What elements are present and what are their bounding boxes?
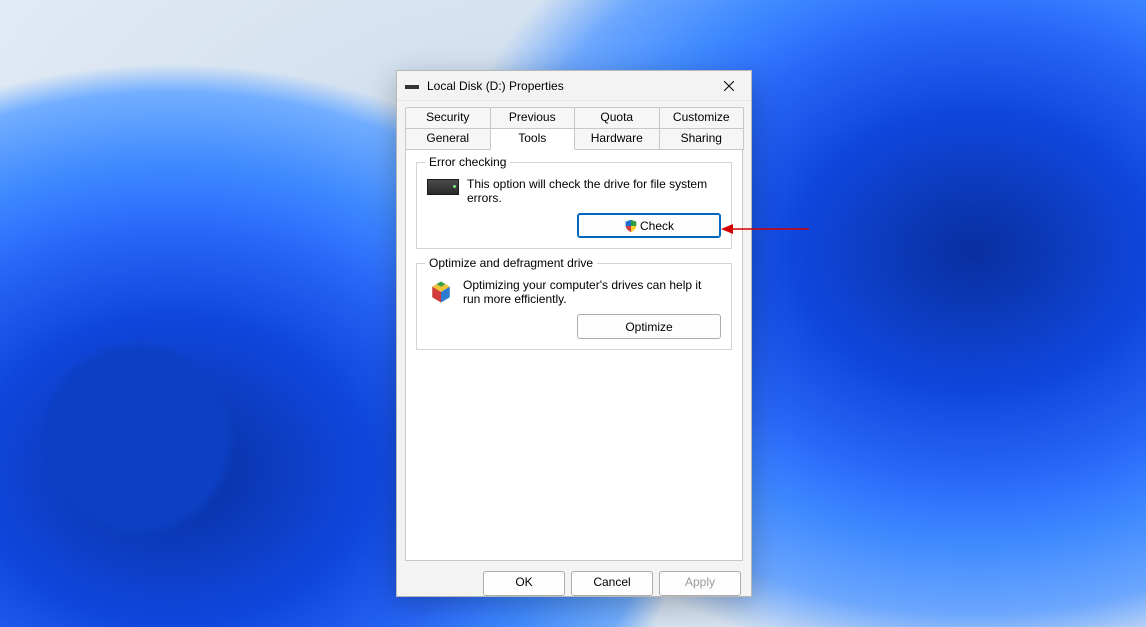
- drive-titlebar-icon: [405, 85, 419, 89]
- error-checking-description: This option will check the drive for fil…: [467, 177, 721, 205]
- tab-row-2: General Tools Hardware Sharing: [405, 128, 743, 150]
- tab-quota[interactable]: Quota: [574, 107, 660, 128]
- uac-shield-icon: [624, 219, 638, 233]
- defrag-cube-icon: [427, 278, 455, 306]
- tab-previous-versions[interactable]: Previous Versions: [490, 107, 576, 128]
- check-button[interactable]: Check: [577, 213, 721, 238]
- close-icon: [724, 81, 734, 91]
- tab-sharing[interactable]: Sharing: [659, 128, 745, 150]
- group-error-checking: Error checking This option will check th…: [416, 162, 732, 249]
- group-optimize: Optimize and defragment drive Optimizing…: [416, 263, 732, 350]
- ok-button[interactable]: OK: [483, 571, 565, 596]
- titlebar[interactable]: Local Disk (D:) Properties: [397, 71, 751, 101]
- optimize-description: Optimizing your computer's drives can he…: [463, 278, 721, 306]
- dialog-footer: OK Cancel Apply: [397, 561, 751, 596]
- tab-row-1: Security Previous Versions Quota Customi…: [405, 107, 743, 128]
- apply-button[interactable]: Apply: [659, 571, 741, 596]
- check-button-label: Check: [640, 219, 674, 233]
- tab-panel-tools: Error checking This option will check th…: [405, 150, 743, 561]
- optimize-button-label: Optimize: [625, 320, 672, 334]
- tab-general[interactable]: General: [405, 128, 491, 150]
- group-legend-error-checking: Error checking: [425, 155, 510, 169]
- optimize-button[interactable]: Optimize: [577, 314, 721, 339]
- tab-security[interactable]: Security: [405, 107, 491, 128]
- tab-hardware[interactable]: Hardware: [574, 128, 660, 150]
- tab-customize[interactable]: Customize: [659, 107, 745, 128]
- drive-icon: [427, 179, 459, 195]
- properties-dialog: Local Disk (D:) Properties Security Prev…: [396, 70, 752, 597]
- close-button[interactable]: [711, 72, 747, 100]
- window-title: Local Disk (D:) Properties: [427, 79, 711, 93]
- tab-tools[interactable]: Tools: [490, 128, 576, 150]
- tab-strip: Security Previous Versions Quota Customi…: [405, 107, 743, 150]
- cancel-button[interactable]: Cancel: [571, 571, 653, 596]
- group-legend-optimize: Optimize and defragment drive: [425, 256, 597, 270]
